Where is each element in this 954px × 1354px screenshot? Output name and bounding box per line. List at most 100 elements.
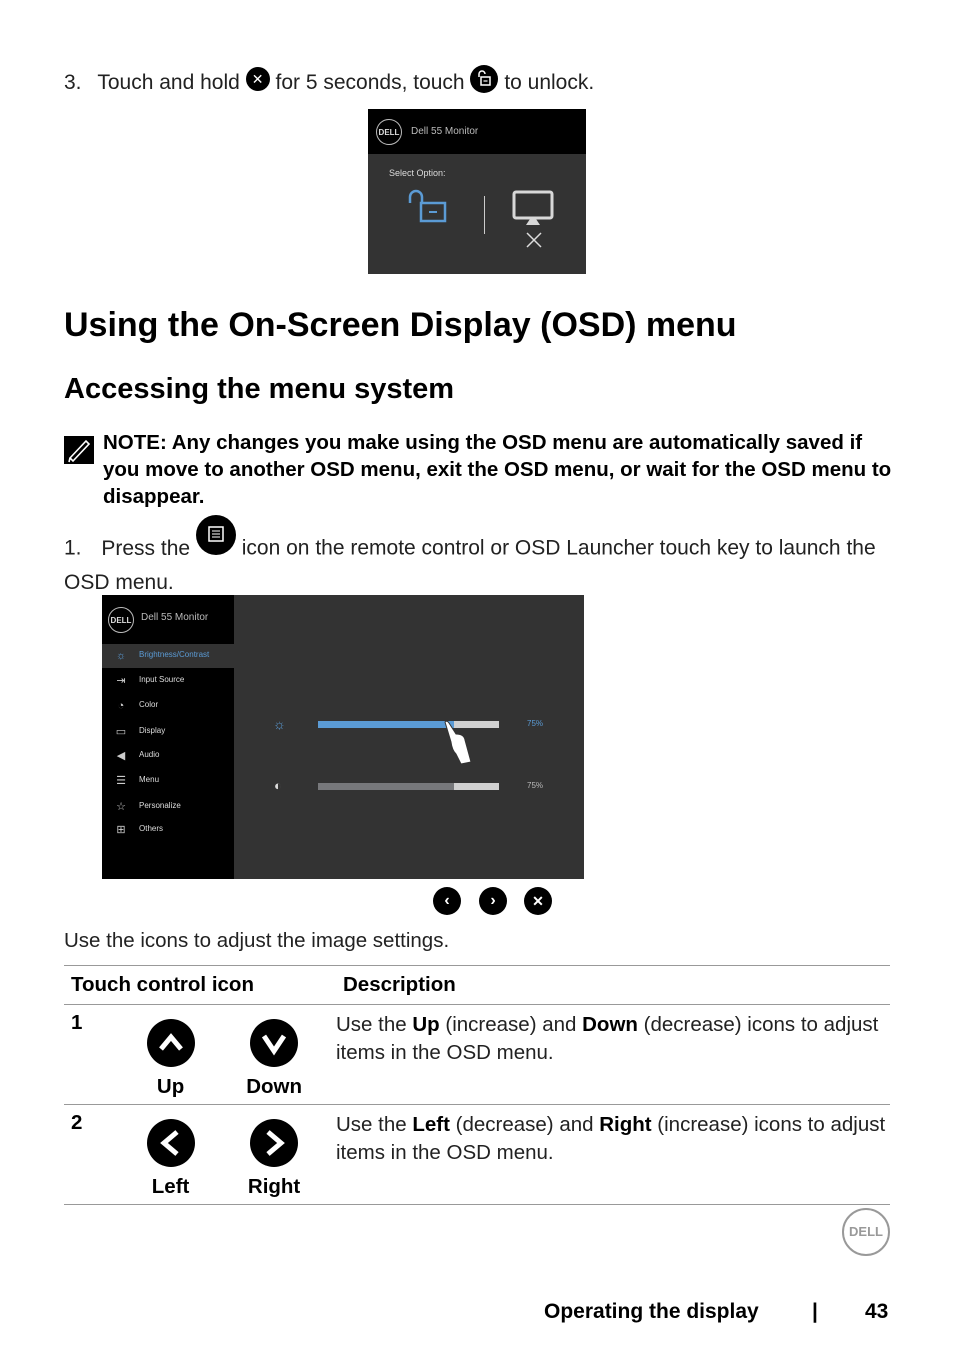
step-1: 1. Press the icon on the remote control … (64, 515, 894, 596)
menu-item-label: Audio (139, 750, 160, 759)
others-icon: ⊞ (116, 824, 126, 836)
divider (484, 196, 485, 234)
osd-title: Dell 55 Monitor (141, 612, 209, 623)
header-touch-control-icon: Touch control icon (64, 965, 336, 1005)
step-number: 3. (64, 71, 82, 94)
row-description: Use the Left (decrease) and Right (incre… (336, 1104, 890, 1205)
menu-item-color[interactable]: ◔ Color (102, 694, 234, 718)
left-button[interactable]: ‹ (433, 887, 461, 915)
brightness-value: 75% (527, 719, 544, 728)
down-control: Down (212, 1004, 336, 1105)
note-text: NOTE: Any changes you make using the OSD… (103, 431, 892, 508)
footer-section: Operating the display (544, 1300, 759, 1323)
star-icon: ☆ (116, 801, 126, 813)
desc-bold: Down (582, 1013, 638, 1036)
osd-lock-dialog: DELL Dell 55 Monitor Select Option: (368, 109, 586, 274)
step-text-before: Press the (101, 536, 191, 560)
brightness-icon: ☼ (115, 650, 127, 662)
contrast-icon: ◐ (274, 778, 282, 793)
table-row: 2 Left Right Use the Left (decrease) and… (64, 1104, 890, 1205)
desc-bold: Right (599, 1113, 652, 1136)
menu-item-others[interactable]: ⊞ Others (102, 818, 234, 842)
menu-item-audio[interactable]: ◀ Audio (102, 744, 234, 768)
desc-text: (increase) and (439, 1013, 583, 1036)
speaker-icon: ◀ (116, 750, 126, 762)
header-description: Description (336, 965, 890, 1005)
step-text-middle: for 5 seconds, touch (275, 71, 465, 94)
osd-sidebar: DELL Dell 55 Monitor ☼ Brightness/Contra… (102, 595, 234, 879)
touch-control-table: Touch control icon Description 1 Up Down… (64, 965, 890, 1205)
close-button[interactable]: ✕ (524, 887, 552, 915)
up-control: Up (128, 1004, 213, 1105)
contrast-slider-fill (318, 783, 454, 790)
menu-item-brightness-contrast[interactable]: ☼ Brightness/Contrast (102, 644, 234, 668)
menu-item-menu[interactable]: ☰ Menu (102, 769, 234, 793)
monitor-settings-icon[interactable] (512, 189, 556, 256)
desc-bold: Up (412, 1013, 440, 1036)
right-icon: › (490, 892, 496, 909)
step-number: 1. (64, 536, 82, 560)
osd-main-menu: DELL Dell 55 Monitor ☼ Brightness/Contra… (102, 595, 584, 879)
unlock-icon[interactable] (406, 189, 450, 230)
menu-item-label: Menu (139, 775, 160, 784)
dell-logo: DELL (376, 119, 402, 145)
right-icon (250, 1119, 299, 1167)
row-number: 1 (64, 1004, 129, 1105)
right-label: Right (247, 1175, 301, 1198)
up-label: Up (156, 1075, 185, 1098)
row-description: Use the Up (increase) and Down (decrease… (336, 1004, 890, 1105)
left-icon (146, 1119, 195, 1167)
right-button[interactable]: › (479, 887, 507, 915)
hand-pointer-icon (442, 720, 476, 771)
dell-logo: DELL (108, 607, 134, 633)
pencil-note-icon (64, 436, 94, 464)
display-icon: ▭ (115, 726, 127, 738)
brightness-icon: ☼ (273, 716, 286, 732)
footer-separator: | (812, 1300, 818, 1323)
left-control: Left (128, 1104, 213, 1205)
menu-item-personalize[interactable]: ☆ Personalize (102, 795, 234, 819)
table-header-row: Touch control icon Description (64, 965, 890, 1005)
menu-icon: ☰ (116, 775, 126, 787)
dell-logo: DELL (842, 1208, 890, 1256)
section-title: Accessing the menu system (64, 373, 455, 405)
down-label: Down (246, 1075, 302, 1098)
menu-item-input-source[interactable]: ⇥ Input Source (102, 669, 234, 693)
page-number: 43 (865, 1300, 889, 1323)
osd-header: DELL Dell 55 Monitor (368, 109, 586, 154)
desc-bold: Left (412, 1113, 450, 1136)
up-icon (146, 1019, 195, 1067)
step-text-after: to unlock. (504, 71, 595, 94)
right-control: Right (212, 1104, 336, 1205)
caption: Use the icons to adjust the image settin… (64, 929, 450, 952)
menu-icon (195, 515, 236, 555)
step-3: 3. Touch and hold ✕ for 5 seconds, touch… (64, 65, 764, 97)
contrast-slider[interactable] (318, 783, 499, 790)
menu-item-label: Others (139, 824, 164, 833)
menu-item-display[interactable]: ▭ Display (102, 720, 234, 744)
left-icon: ‹ (444, 892, 450, 909)
unlock-icon (470, 65, 499, 94)
osd-title: Dell 55 Monitor (411, 126, 479, 137)
brightness-slider-fill (318, 721, 454, 728)
desc-text: (decrease) and (449, 1113, 600, 1136)
menu-item-label: Display (139, 726, 166, 735)
input-source-icon: ⇥ (116, 675, 126, 687)
menu-item-label: Input Source (139, 675, 185, 684)
desc-text: Use the (336, 1113, 413, 1136)
row-number: 2 (64, 1104, 129, 1205)
close-icon: ✕ (245, 67, 270, 92)
left-label: Left (151, 1175, 190, 1198)
select-option-label: Select Option: (389, 168, 446, 178)
menu-item-label: Color (139, 700, 159, 709)
desc-text: Use the (336, 1013, 413, 1036)
table-row: 1 Up Down Use the Up (increase) and Down… (64, 1004, 890, 1105)
close-icon: ✕ (532, 893, 544, 909)
step-text-before: Touch and hold (97, 71, 240, 94)
contrast-value: 75% (527, 781, 544, 790)
menu-item-label: Personalize (139, 801, 181, 810)
menu-item-label: Brightness/Contrast (139, 650, 210, 659)
down-icon (250, 1019, 299, 1067)
color-palette-icon: ◔ (117, 700, 125, 712)
page-title: Using the On-Screen Display (OSD) menu (64, 306, 737, 344)
